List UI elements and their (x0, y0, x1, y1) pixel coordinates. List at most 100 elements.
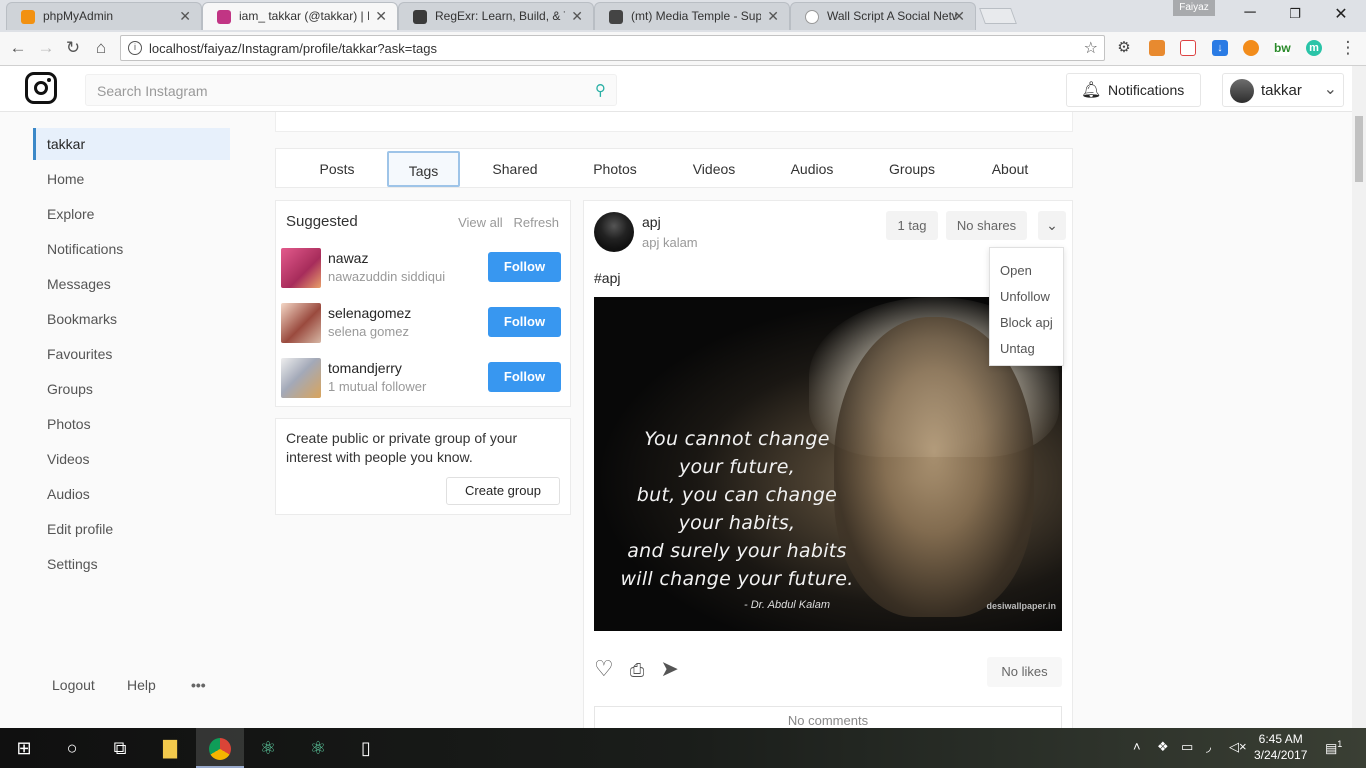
follow-button[interactable]: Follow (488, 252, 561, 282)
create-group-button[interactable]: Create group (446, 477, 560, 505)
sidebar-item-explore[interactable]: Explore (33, 197, 230, 232)
search-input[interactable]: Search Instagram ⚲ (85, 74, 617, 106)
browser-tab-mediatemple[interactable]: (mt) Media Temple - Sup ✕ (594, 2, 790, 30)
browser-profile-chip[interactable]: Faiyaz (1173, 0, 1215, 16)
windows-start-icon[interactable]: ⊞ (0, 728, 48, 768)
sidebar-item-videos[interactable]: Videos (33, 442, 230, 477)
page-scrollbar[interactable] (1352, 66, 1366, 728)
browser-tab-phpmyadmin[interactable]: phpMyAdmin ✕ (6, 2, 202, 30)
view-all-link[interactable]: View all (458, 215, 503, 230)
help-link[interactable]: Help (127, 677, 156, 693)
home-icon[interactable]: ⌂ (91, 38, 111, 58)
notepad-icon[interactable]: ▯ (342, 728, 390, 768)
system-clock[interactable]: 6:45 AM 3/24/2017 (1254, 731, 1307, 763)
sidebar-item-settings[interactable]: Settings (33, 547, 230, 582)
menu-item-unfollow[interactable]: Unfollow (990, 282, 1063, 308)
avatar[interactable] (281, 248, 321, 288)
extension-icon[interactable] (1180, 40, 1196, 56)
extension-icon[interactable] (1243, 40, 1259, 56)
download-icon[interactable]: ↓ (1212, 40, 1228, 56)
browser-tab-instagram[interactable]: iam_ takkar (@takkar) | In ✕ (202, 2, 398, 30)
tab-audios[interactable]: Audios (773, 151, 851, 187)
cortana-icon[interactable]: ○ (48, 728, 96, 768)
chevron-up-icon[interactable]: ˄ (1133, 739, 1141, 754)
new-tab-button[interactable] (979, 8, 1017, 24)
minimize-icon[interactable]: ─ (1238, 4, 1262, 22)
sidebar-item-favourites[interactable]: Favourites (33, 337, 230, 372)
tab-videos[interactable]: Videos (675, 151, 753, 187)
tab-photos[interactable]: Photos (576, 151, 654, 187)
settings-extension-icon[interactable]: ⚙ (1116, 40, 1132, 56)
extension-icon[interactable]: m (1306, 40, 1322, 56)
address-bar[interactable]: i localhost/faiyaz/Instagram/profile/tak… (120, 35, 1105, 61)
battery-icon[interactable]: ▭ (1181, 739, 1193, 755)
reload-icon[interactable]: ↻ (63, 38, 83, 58)
more-icon[interactable]: ••• (191, 677, 206, 693)
back-icon[interactable]: ← (8, 38, 28, 58)
atom-icon[interactable]: ⚛ (294, 728, 342, 768)
sidebar-item-profile[interactable]: takkar (33, 128, 230, 160)
avatar[interactable] (594, 212, 634, 252)
suggested-username[interactable]: selenagomez (328, 305, 411, 321)
chrome-icon[interactable] (196, 728, 244, 768)
shares-pill[interactable]: No shares (946, 211, 1027, 240)
window-close-icon[interactable]: ✕ (1329, 4, 1353, 24)
tags-pill[interactable]: 1 tag (886, 211, 938, 240)
task-view-icon[interactable]: ⧉ (96, 728, 144, 768)
bookmark-icon[interactable]: ⎙ (630, 660, 644, 680)
volume-icon[interactable]: ◁× (1229, 739, 1247, 755)
sidebar-item-notifications[interactable]: Notifications (33, 232, 230, 267)
scrollbar-thumb[interactable] (1355, 116, 1363, 182)
dropbox-icon[interactable]: ❖ (1157, 739, 1169, 755)
sidebar-item-photos[interactable]: Photos (33, 407, 230, 442)
sidebar-item-audios[interactable]: Audios (33, 477, 230, 512)
close-icon[interactable]: ✕ (767, 8, 779, 25)
avatar[interactable] (281, 358, 321, 398)
close-icon[interactable]: ✕ (571, 8, 583, 25)
chrome-menu-icon[interactable]: ⋮ (1338, 38, 1358, 58)
tab-about[interactable]: About (971, 151, 1049, 187)
menu-item-untag[interactable]: Untag (990, 334, 1063, 360)
bookmark-star-icon[interactable]: ☆ (1084, 38, 1098, 58)
menu-item-open[interactable]: Open (990, 256, 1063, 282)
user-menu-button[interactable]: takkar ⌄ (1222, 73, 1344, 107)
restore-icon[interactable]: ❐ (1283, 6, 1307, 22)
sidebar-item-home[interactable]: Home (33, 162, 230, 197)
tab-shared[interactable]: Shared (476, 151, 554, 187)
heart-icon[interactable]: ♡ (594, 656, 614, 681)
close-icon[interactable]: ✕ (375, 8, 387, 25)
forward-icon[interactable]: → (36, 38, 56, 58)
logout-link[interactable]: Logout (52, 677, 95, 693)
sidebar-item-groups[interactable]: Groups (33, 372, 230, 407)
avatar[interactable] (281, 303, 321, 343)
browser-tab-regexr[interactable]: RegExr: Learn, Build, & Te ✕ (398, 2, 594, 30)
instagram-logo-icon[interactable] (25, 72, 57, 104)
notifications-button[interactable]: 🔔︎ Notifications (1066, 73, 1201, 107)
menu-item-block[interactable]: Block apj (990, 308, 1063, 334)
info-icon[interactable]: i (128, 41, 142, 55)
action-center-icon[interactable]: ▤1 (1325, 739, 1342, 756)
chevron-down-icon[interactable]: ⌄ (1038, 211, 1066, 240)
extension-icon[interactable]: bw (1274, 40, 1291, 56)
file-explorer-icon[interactable]: ▇ (146, 728, 194, 768)
sidebar-item-messages[interactable]: Messages (33, 267, 230, 302)
close-icon[interactable]: ✕ (179, 8, 191, 25)
likes-count[interactable]: No likes (987, 657, 1062, 687)
browser-tab-wallscript[interactable]: Wall Script A Social Netw ✕ (790, 2, 976, 30)
wifi-icon[interactable]: ◞ (1206, 739, 1211, 755)
atom-icon[interactable]: ⚛ (244, 728, 292, 768)
follow-button[interactable]: Follow (488, 362, 561, 392)
suggested-username[interactable]: tomandjerry (328, 360, 402, 376)
tab-posts[interactable]: Posts (298, 151, 376, 187)
sidebar-item-bookmarks[interactable]: Bookmarks (33, 302, 230, 337)
share-icon[interactable]: ➤ (660, 656, 678, 681)
close-icon[interactable]: ✕ (953, 8, 965, 25)
sidebar-item-edit-profile[interactable]: Edit profile (33, 512, 230, 547)
search-icon[interactable]: ⚲ (595, 81, 606, 99)
extension-icon[interactable] (1149, 40, 1165, 56)
tab-tags[interactable]: Tags (387, 151, 460, 187)
tab-groups[interactable]: Groups (873, 151, 951, 187)
follow-button[interactable]: Follow (488, 307, 561, 337)
suggested-username[interactable]: nawaz (328, 250, 368, 266)
refresh-link[interactable]: Refresh (513, 215, 559, 230)
